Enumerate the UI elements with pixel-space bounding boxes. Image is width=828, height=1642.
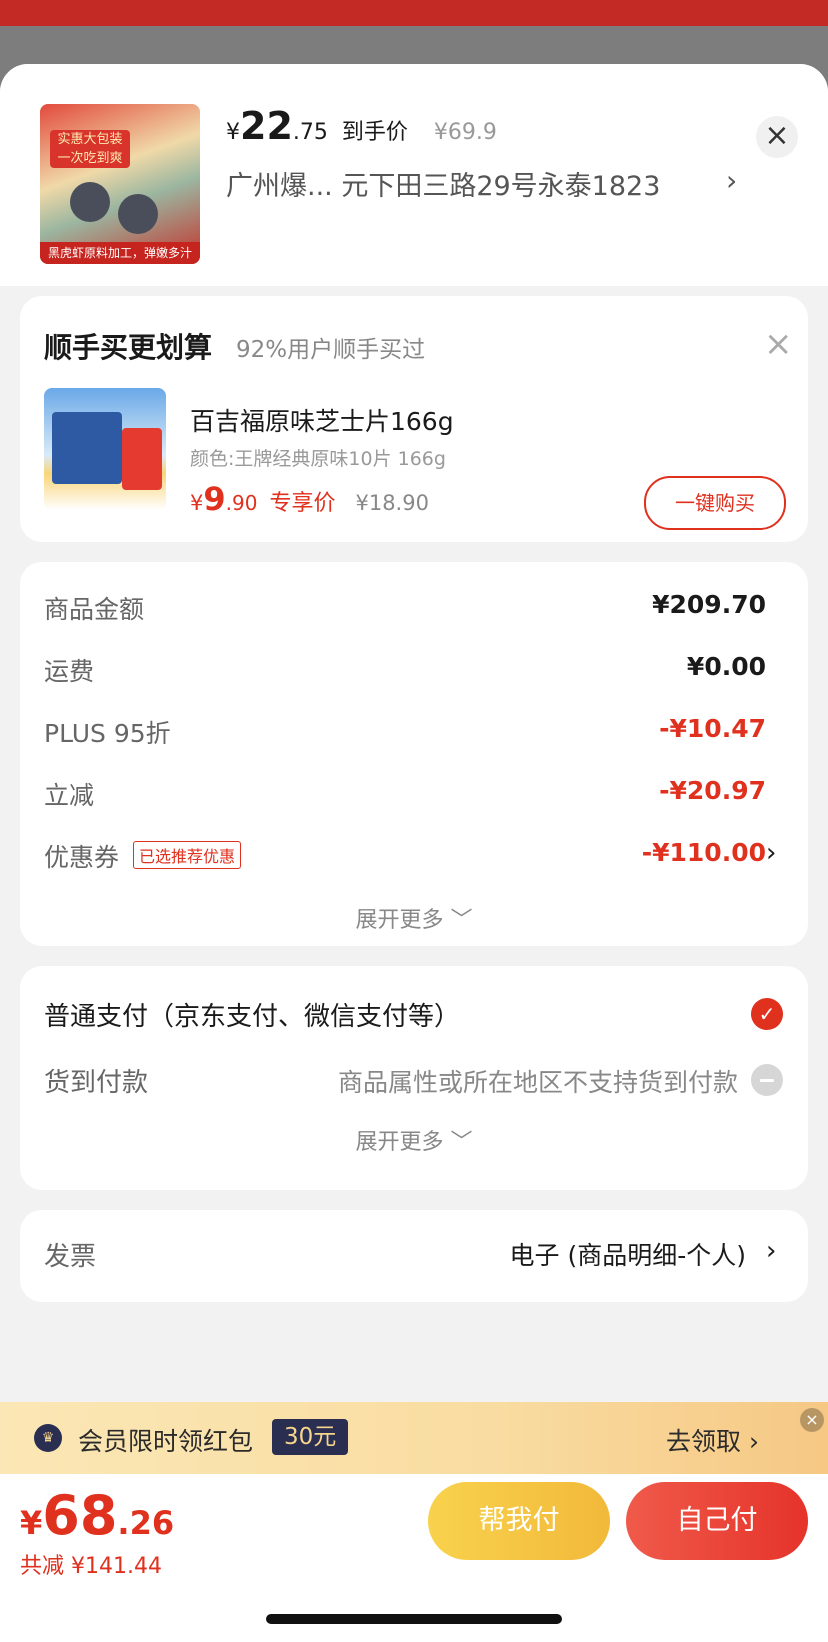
thumbnail-shrimp-ball: [70, 182, 110, 222]
price-decimal: .90: [225, 491, 258, 515]
expand-more-button[interactable]: 展开更多 ﹀: [20, 902, 808, 934]
close-icon[interactable]: ×: [764, 324, 793, 364]
promo-text: 会员限时领红包: [78, 1427, 254, 1456]
chevron-right-icon[interactable]: ›: [726, 164, 737, 197]
pay-myself-button[interactable]: 自己付: [626, 1482, 808, 1560]
summary-value: -¥110.00: [641, 838, 766, 867]
product-header: 实惠大包装 一次吃到爽 黑虎虾原料加工，弹嫩多汁 ¥ 22 .75 到手价 ¥6…: [0, 64, 828, 286]
price-integer: 22: [240, 104, 293, 148]
payment-cod-note: 商品属性或所在地区不支持货到付款: [337, 1068, 738, 1097]
thumbnail-shrimp-ball: [118, 194, 158, 234]
coupon-label-wrap: 优惠券 已选推荐优惠: [44, 838, 242, 874]
summary-value: ¥0.00: [686, 652, 766, 681]
currency-symbol: ¥: [20, 1504, 43, 1542]
disabled-circle-icon: [751, 1064, 783, 1096]
check-circle-icon[interactable]: ✓: [751, 998, 783, 1030]
summary-row-instant-discount: 立减 -¥20.97: [44, 776, 766, 816]
header-price: ¥ 22 .75 到手价 ¥69.9: [226, 104, 497, 152]
summary-label: 运费: [44, 657, 95, 686]
product-thumbnail: 实惠大包装 一次吃到爽 黑虎虾原料加工，弹嫩多汁: [40, 104, 200, 264]
bundle-product-name[interactable]: 百吉福原味芝士片166g: [190, 402, 454, 438]
bundle-subtitle: 92%用户顺手买过: [236, 337, 426, 363]
close-icon[interactable]: ×: [800, 1408, 824, 1432]
close-icon[interactable]: ×: [756, 116, 798, 158]
currency-symbol: ¥: [190, 491, 204, 515]
thumbnail-overlay-text: 实惠大包装 一次吃到爽: [50, 130, 130, 168]
total-price: ¥ 68 .26: [20, 1484, 174, 1547]
member-promo-banner[interactable]: ♛ 会员限时领红包 30元 去领取 › ×: [0, 1402, 828, 1474]
total-saved: 共减 ¥141.44: [20, 1554, 162, 1579]
coupon-badge: 已选推荐优惠: [133, 841, 242, 869]
product-box-graphic: [52, 412, 122, 484]
summary-label: 优惠券: [44, 843, 120, 872]
summary-value: -¥20.97: [659, 776, 766, 805]
bundle-product-price: ¥ 9 .90 专享价 ¥18.90: [190, 480, 429, 518]
payment-cod-label: 货到付款: [44, 1068, 149, 1098]
price-decimal: .75: [292, 120, 328, 145]
help-me-pay-button[interactable]: 帮我付: [428, 1482, 610, 1560]
price-integer: 9: [203, 480, 226, 518]
payment-standard-label[interactable]: 普通支付（京东支付、微信支付等）: [44, 996, 460, 1033]
delivery-address[interactable]: 广州爆... 元下田三路29号永泰1823: [226, 164, 660, 203]
summary-row-goods: 商品金额 ¥209.70: [44, 590, 766, 630]
chevron-right-icon[interactable]: ›: [766, 1236, 776, 1266]
price-tag: 到手价: [341, 120, 408, 145]
summary-value: ¥209.70: [652, 590, 766, 619]
original-price: ¥18.90: [355, 491, 429, 515]
price-decimal: .26: [117, 1504, 175, 1542]
price-tag: 专享价: [269, 491, 336, 516]
currency-symbol: ¥: [226, 120, 240, 145]
price-summary-card: 商品金额 ¥209.70 运费 ¥0.00 PLUS 95折 -¥10.47 立…: [20, 562, 808, 946]
summary-label: 立减: [44, 781, 95, 810]
invoice-card[interactable]: 发票 电子 (商品明细-个人) ›: [20, 1210, 808, 1302]
bundle-product-image[interactable]: [44, 388, 166, 510]
vip-crown-icon: ♛: [34, 1424, 62, 1452]
invoice-value: 电子 (商品明细-个人): [509, 1241, 746, 1270]
promo-amount: 30元: [272, 1419, 349, 1455]
bundle-card: 顺手买更划算 92%用户顺手买过 × 百吉福原味芝士片166g 颜色:王牌经典原…: [20, 296, 808, 542]
checkout-bar: ¥ 68 .26 共减 ¥141.44 帮我付 自己付: [0, 1474, 828, 1642]
one-click-buy-button[interactable]: 一键购买: [644, 476, 786, 530]
summary-row-coupon[interactable]: 优惠券 已选推荐优惠 -¥110.00: [44, 838, 766, 878]
summary-row-shipping: 运费 ¥0.00: [44, 652, 766, 692]
invoice-label: 发票: [44, 1242, 97, 1272]
summary-label: 商品金额: [44, 595, 145, 624]
home-indicator[interactable]: [266, 1614, 562, 1624]
payment-card: 普通支付（京东支付、微信支付等） ✓ 货到付款 商品属性或所在地区不支持货到付款…: [20, 966, 808, 1190]
bundle-title: 顺手买更划算: [44, 331, 213, 364]
summary-label: PLUS 95折: [44, 719, 171, 748]
expand-more-button[interactable]: 展开更多 ﹀: [20, 1124, 808, 1156]
thumbnail-banner-text: 黑虎虾原料加工，弹嫩多汁: [40, 242, 200, 264]
original-price: ¥69.9: [433, 120, 497, 145]
summary-value: -¥10.47: [659, 714, 766, 743]
chevron-right-icon[interactable]: ›: [766, 838, 776, 868]
promo-badge-graphic: [122, 428, 162, 490]
bundle-product-spec: 颜色:王牌经典原味10片 166g: [190, 448, 446, 470]
summary-row-plus-discount: PLUS 95折 -¥10.47: [44, 714, 766, 754]
price-integer: 68: [42, 1484, 118, 1547]
top-banner: [0, 0, 828, 26]
claim-button[interactable]: 去领取 ›: [666, 1422, 759, 1458]
